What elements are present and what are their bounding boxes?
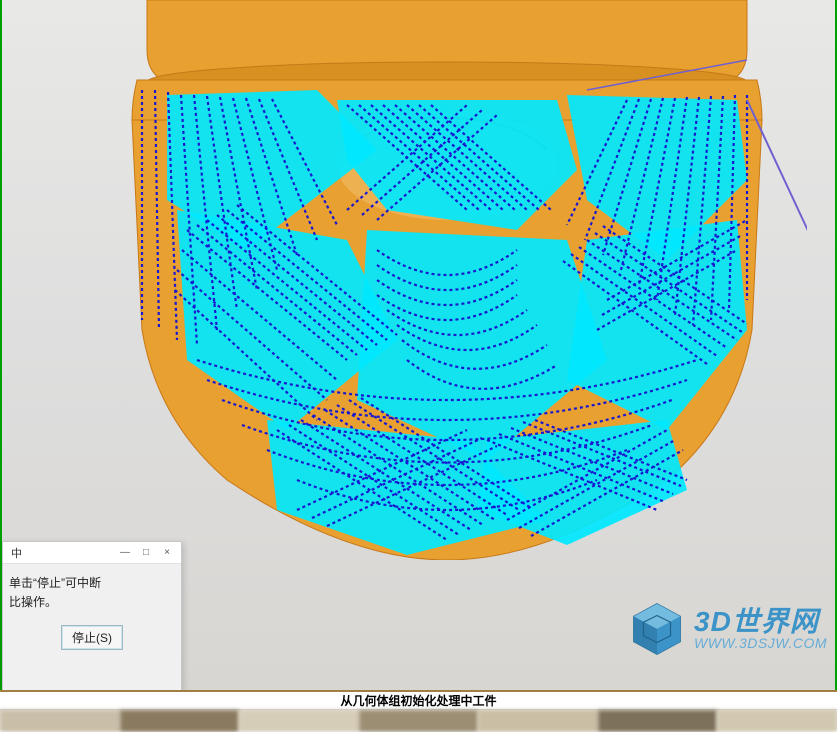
dialog-text-line2: 比操作。	[9, 593, 175, 612]
cube-logo-icon	[628, 600, 686, 658]
status-blur-strip	[0, 710, 837, 732]
cad-model-svg	[47, 0, 807, 560]
status-message: 从几何体组初始化处理中工件	[340, 692, 496, 709]
dialog-text-line1: 单击“停止”可中断	[9, 574, 175, 593]
minimize-button[interactable]: —	[115, 545, 135, 561]
dialog-title: 中	[7, 545, 114, 561]
watermark-title: 3D世界网	[694, 607, 827, 636]
operation-progress-dialog: 中 — □ × 单击“停止”可中断 比操作。 停止(S)	[2, 541, 182, 691]
cad-viewport[interactable]: 中 — □ × 单击“停止”可中断 比操作。 停止(S) 3D世界网 WWW.3…	[0, 0, 837, 690]
model-display[interactable]	[47, 0, 807, 560]
dialog-body: 单击“停止”可中断 比操作。 停止(S)	[3, 564, 181, 656]
watermark: 3D世界网 WWW.3DSJW.COM	[628, 600, 827, 658]
maximize-button[interactable]: □	[136, 545, 156, 561]
close-button[interactable]: ×	[157, 545, 177, 561]
dialog-titlebar[interactable]: 中 — □ ×	[3, 542, 181, 564]
watermark-url: WWW.3DSJW.COM	[694, 636, 827, 651]
status-bar: 从几何体组初始化处理中工件	[0, 690, 837, 730]
stop-button[interactable]: 停止(S)	[61, 625, 123, 650]
